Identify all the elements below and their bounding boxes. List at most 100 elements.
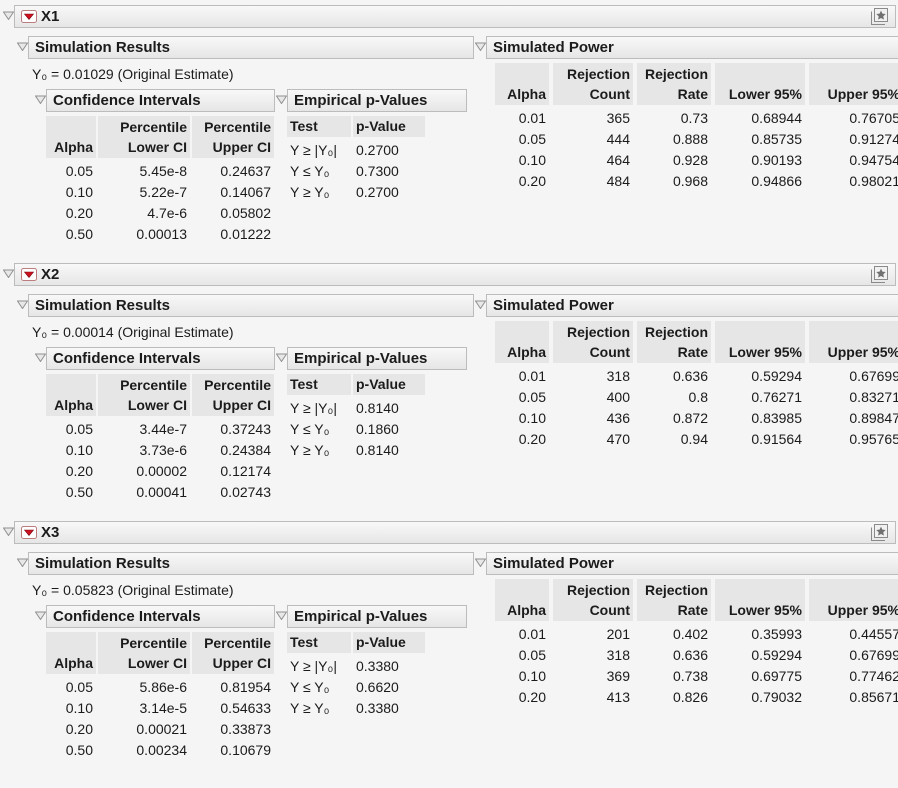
table-cell: 201 [553,624,633,645]
confidence-intervals-header-bar[interactable]: Confidence Intervals [46,605,275,628]
table-cell: 0.02743 [192,482,274,503]
table-cell: 0.636 [637,645,711,666]
empirical-p-values-header-bar[interactable]: Empirical p-Values [287,347,467,370]
section-body: Simulation Results Y₀ = 0.01029 (Origina… [2,36,896,245]
table-cell: 0.738 [637,666,711,687]
empirical-p-values-header-bar[interactable]: Empirical p-Values [287,89,467,112]
table-cell: 0.10 [46,182,96,203]
table-cell: 3.73e-6 [98,440,190,461]
collapse-triangle-icon[interactable] [2,5,14,20]
bookmark-star-icon[interactable] [869,265,889,284]
table-cell: 0.00021 [98,719,190,740]
table-cell: 0.05 [46,419,96,440]
table-cell: 0.91564 [715,429,805,450]
table-cell: 0.83271 [809,387,898,408]
column-header: Test [287,116,351,137]
table-cell: 0.00002 [98,461,190,482]
collapse-triangle-icon[interactable] [34,605,46,620]
collapse-triangle-icon[interactable] [16,294,28,309]
confidence-intervals-header-bar[interactable]: Confidence Intervals [46,347,275,370]
collapse-triangle-icon[interactable] [16,552,28,567]
confidence-intervals-table: AlphaPercentileLower CIPercentileUpper C… [46,374,275,503]
column-header: Alpha [46,632,96,674]
table-cell: 0.76705 [809,108,898,129]
collapse-triangle-icon[interactable] [2,521,14,536]
column-header: RejectionRate [637,321,711,363]
table-cell: 444 [553,129,633,150]
simulated-power-table: AlphaRejectionCountRejectionRateLower 95… [495,63,898,192]
column-header: Lower 95% [715,579,805,621]
collapse-triangle-icon[interactable] [275,605,287,620]
section-header-bar[interactable]: X1 [14,5,896,28]
red-triangle-menu-icon[interactable] [21,268,37,281]
panel-title: Confidence Intervals [53,92,201,109]
collapse-triangle-icon[interactable] [474,294,486,309]
collapse-triangle-icon[interactable] [275,347,287,362]
collapse-triangle-icon[interactable] [34,89,46,104]
collapse-triangle-icon[interactable] [474,36,486,51]
table-cell: 0.00041 [98,482,190,503]
bookmark-star-icon[interactable] [869,523,889,542]
table-cell: 0.68944 [715,108,805,129]
table-cell: 413 [553,687,633,708]
simulation-results-panel: Simulation Results Y₀ = 0.01029 (Origina… [16,36,474,245]
table-cell: 0.85671 [809,687,898,708]
table-cell: 0.20 [46,461,96,482]
collapse-triangle-icon[interactable] [34,347,46,362]
table-cell: 0.94866 [715,171,805,192]
table-cell: Y ≥ |Y₀| [287,140,351,161]
table-cell: 0.10 [495,666,549,687]
panel-title: Simulated Power [493,297,614,314]
table-cell: 0.94754 [809,150,898,171]
table-cell: 0.10 [495,150,549,171]
table-cell: 0.01 [495,366,549,387]
column-header: Test [287,374,351,395]
section-header-bar[interactable]: X2 [14,263,896,286]
table-cell: 0.05802 [192,203,274,224]
bookmark-star-icon[interactable] [869,7,889,26]
table-cell: 0.2700 [353,140,425,161]
section-body: Simulation Results Y₀ = 0.05823 (Origina… [2,552,896,761]
simulated-power-header-bar[interactable]: Simulated Power [486,36,898,59]
table-cell: 0.05 [46,161,96,182]
column-header: PercentileLower CI [98,374,190,416]
table-cell: 0.94 [637,429,711,450]
table-cell: 0.01222 [192,224,274,245]
table-cell: 0.95765 [809,429,898,450]
confidence-intervals-table: AlphaPercentileLower CIPercentileUpper C… [46,116,275,245]
confidence-intervals-header-bar[interactable]: Confidence Intervals [46,89,275,112]
red-triangle-menu-icon[interactable] [21,526,37,539]
collapse-triangle-icon[interactable] [275,89,287,104]
table-cell: Y ≥ Y₀ [287,698,351,719]
collapse-triangle-icon[interactable] [474,552,486,567]
original-estimate-text: Y₀ = 0.05823 (Original Estimate) [32,582,474,598]
panel-title: Simulated Power [493,39,614,56]
panel-title: Simulation Results [35,297,170,314]
simulated-power-panel: Simulated Power AlphaRejectionCountRejec… [474,36,898,192]
panel-title: Confidence Intervals [53,608,201,625]
table-cell: 0.888 [637,129,711,150]
table-cell: 0.00013 [98,224,190,245]
table-cell: 0.10 [46,698,96,719]
section-header-bar[interactable]: X3 [14,521,896,544]
simulation-results-header-bar[interactable]: Simulation Results [28,36,474,59]
confidence-intervals-panel: Confidence Intervals AlphaPercentileLowe… [34,89,275,245]
simulation-results-header-bar[interactable]: Simulation Results [28,552,474,575]
empirical-p-values-header-bar[interactable]: Empirical p-Values [287,605,467,628]
simulation-results-header-bar[interactable]: Simulation Results [28,294,474,317]
red-triangle-menu-icon[interactable] [21,10,37,23]
column-header: Upper 95% [809,63,898,105]
simulation-results-panel: Simulation Results Y₀ = 0.05823 (Origina… [16,552,474,761]
simulated-power-header-bar[interactable]: Simulated Power [486,552,898,575]
collapse-triangle-icon[interactable] [2,263,14,278]
simulated-power-header-bar[interactable]: Simulated Power [486,294,898,317]
collapse-triangle-icon[interactable] [16,36,28,51]
simulated-power-table: AlphaRejectionCountRejectionRateLower 95… [495,579,898,708]
table-cell: 0.8140 [353,440,425,461]
table-cell: 436 [553,408,633,429]
table-cell: 369 [553,666,633,687]
column-header: PercentileUpper CI [192,632,274,674]
table-cell: Y ≤ Y₀ [287,161,351,182]
table-cell: 0.59294 [715,645,805,666]
section-x1: X1 Simulation Results Y₀ = 0.01029 (Orig… [2,5,896,245]
